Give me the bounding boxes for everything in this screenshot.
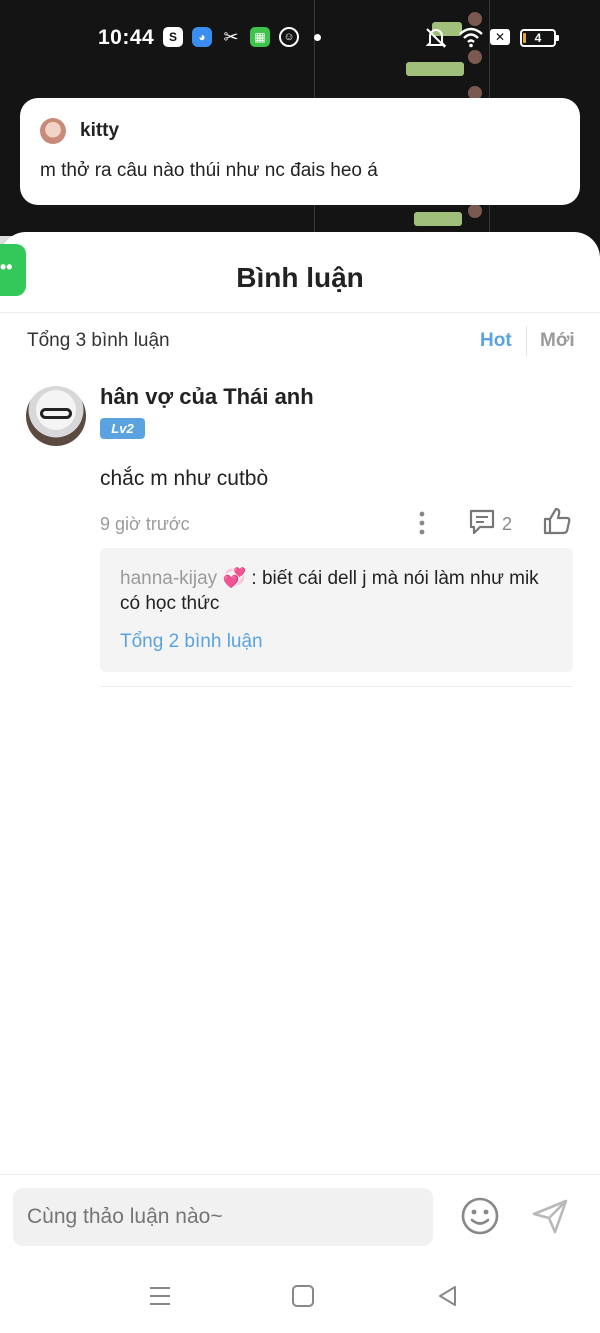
browser-icon: ◕ — [192, 27, 212, 47]
sort-hot-tab[interactable]: Hot — [480, 330, 512, 352]
notification-dot — [314, 34, 321, 41]
battery-icon: 4 — [520, 29, 559, 47]
comment-divider — [100, 686, 573, 687]
reply-line: hanna-kijay 💞 : biết cái dell j mà nói l… — [120, 566, 550, 616]
comment-text: chắc m như cutbò — [100, 467, 269, 490]
title-divider — [0, 312, 600, 313]
shopee-icon: S — [163, 27, 183, 47]
level-badge: Lv2 — [100, 418, 145, 439]
heart-emoji-icon: 💞 — [222, 568, 247, 589]
message-notification[interactable]: kitty m thở ra câu nào thúi như nc đais … — [20, 98, 580, 205]
status-bar: 10:44 S ◕ ✂ ▦ ☺ ✕ 4 — [0, 0, 600, 76]
more-options-icon[interactable] — [412, 510, 432, 536]
smile-icon: ☺ — [279, 27, 299, 47]
reply-count: 2 — [502, 514, 513, 534]
emoji-icon[interactable] — [460, 1196, 500, 1236]
glasses-decoration — [40, 408, 72, 419]
capcut-icon: ✂ — [223, 26, 239, 47]
close-box-icon: ✕ — [490, 29, 510, 45]
like-icon[interactable] — [542, 506, 572, 536]
reply-author[interactable]: hanna-kijay — [120, 568, 217, 589]
status-time: 10:44 — [98, 26, 155, 49]
sort-separator — [526, 326, 527, 356]
comment-time: 9 giờ trước — [100, 514, 190, 534]
calculator-icon: ▦ — [250, 27, 270, 47]
sheet-title: Bình luận — [236, 262, 364, 293]
recent-apps-icon[interactable] — [148, 1284, 172, 1308]
reply-separator: : — [251, 568, 257, 589]
comment-total: Tổng 3 bình luận — [27, 330, 170, 351]
mute-icon — [425, 28, 447, 48]
view-replies-link[interactable]: Tổng 2 bình luận — [120, 631, 263, 653]
send-icon[interactable] — [530, 1196, 570, 1236]
reply-icon[interactable] — [468, 508, 496, 536]
sender-avatar — [40, 118, 66, 144]
background-bubble — [414, 212, 462, 226]
comment-input[interactable] — [13, 1188, 433, 1246]
notification-message: m thở ra câu nào thúi như nc đais heo á — [40, 160, 378, 181]
home-icon[interactable] — [292, 1285, 314, 1307]
back-icon[interactable] — [436, 1284, 458, 1308]
background-avatar — [468, 204, 482, 218]
commenter-avatar[interactable] — [26, 386, 86, 446]
wifi-icon — [459, 27, 483, 48]
sort-new-tab[interactable]: Mới — [540, 330, 575, 352]
reply-preview[interactable]: hanna-kijay 💞 : biết cái dell j mà nói l… — [100, 548, 573, 672]
commenter-name[interactable]: hân vợ của Thái anh — [100, 384, 314, 410]
notification-sender: kitty — [80, 120, 120, 141]
